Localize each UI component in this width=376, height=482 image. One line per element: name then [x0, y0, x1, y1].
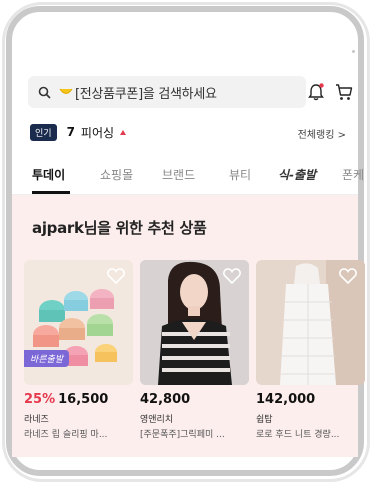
recommendation-section: ajpark님을 위한 추천 상품 바른출발 25% 16,500 라네즈 라네… — [12, 195, 365, 457]
cart-icon[interactable] — [334, 82, 354, 102]
tab-shoppingmall[interactable]: 쇼핑몰 — [100, 166, 133, 183]
smile-icon — [59, 88, 73, 94]
section-title: ajpark님을 위한 추천 상품 — [32, 219, 207, 237]
category-tabs: 투데이 쇼핑몰 브랜드 뷰티 식-출발 폰케 — [12, 160, 364, 195]
search-bar[interactable]: [전상품쿠폰]을 검색하세요 — [28, 76, 306, 108]
fast-delivery-badge: 바른출발 — [24, 350, 70, 367]
brand-name: 라네즈 — [24, 415, 49, 425]
product-image — [140, 260, 249, 385]
price: 42,800 — [140, 392, 191, 407]
discount-rate: 25% — [24, 392, 56, 407]
rank-number: 7 — [66, 125, 75, 139]
product-image: 바른출발 — [24, 260, 133, 385]
heart-icon[interactable] — [223, 268, 241, 284]
price-row: 42,800 — [140, 392, 249, 407]
full-ranking-link[interactable]: 전체랭킹 > — [298, 126, 346, 141]
brand-name: 영앤리치 — [140, 415, 174, 425]
tab-fast-departure[interactable]: 식-출발 — [278, 166, 316, 183]
tab-phone-case[interactable]: 폰케 — [342, 166, 364, 183]
product-name: [주문폭주]그릭페미 ... — [140, 430, 225, 440]
product-image — [256, 260, 365, 385]
product-name: 라네즈 립 슬리핑 마... — [24, 430, 108, 440]
search-placeholder: [전상품쿠폰]을 검색하세요 — [75, 86, 217, 102]
bell-icon[interactable] — [306, 82, 326, 102]
rank-up-icon — [120, 129, 127, 135]
brand-name: 쉽탑 — [256, 415, 273, 425]
price: 16,500 — [58, 392, 109, 407]
product-card[interactable]: 142,000 쉽탑 로로 후드 니트 경량... — [256, 260, 365, 440]
hot-badge: 인기 — [30, 123, 57, 141]
price-row: 25% 16,500 — [24, 392, 133, 407]
rank-keyword: 피어싱 — [80, 125, 115, 140]
price-row: 142,000 — [256, 392, 365, 407]
product-card[interactable]: 42,800 영앤리치 [주문폭주]그릭페미 ... — [140, 260, 249, 440]
tab-brand[interactable]: 브랜드 — [162, 166, 195, 183]
active-tab-underline — [32, 191, 70, 194]
product-name: 로로 후드 니트 경량... — [256, 430, 340, 440]
heart-icon[interactable] — [107, 268, 125, 284]
heart-icon[interactable] — [339, 268, 357, 284]
tab-today[interactable]: 투데이 — [32, 166, 65, 183]
product-card[interactable]: 바른출발 25% 16,500 라네즈 라네즈 립 슬리핑 마... — [24, 260, 133, 440]
app-content: [전상품쿠폰]을 검색하세요 인기 7 피어싱 전체랭킹 > 투데이 쇼핑몰 브… — [12, 12, 365, 457]
price: 142,000 — [256, 392, 316, 407]
tab-beauty[interactable]: 뷰티 — [229, 166, 251, 183]
popular-keyword-row[interactable]: 인기 7 피어싱 — [30, 123, 127, 141]
search-icon — [38, 86, 51, 99]
